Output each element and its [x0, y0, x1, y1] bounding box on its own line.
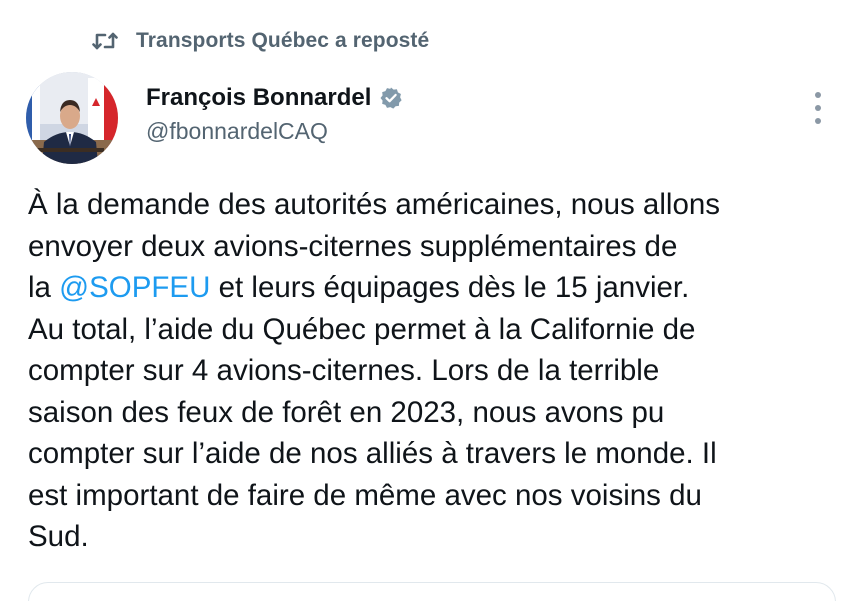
tweet-line: compter sur l’aide de nos alliés à trave…	[28, 437, 717, 470]
author-handle[interactable]: @fbonnardelCAQ	[146, 118, 328, 145]
tweet-text: À la demande des autorités américaines, …	[28, 184, 838, 558]
tweet-line: est important de faire de même avec nos …	[28, 478, 702, 512]
tweet-screen: Transports Québec a reposté François Bon…	[0, 0, 860, 601]
repost-icon	[92, 30, 118, 52]
repost-label: Transports Québec a reposté	[136, 29, 430, 52]
tweet-line: saison des feux de forêt en 2023, nous a…	[28, 395, 665, 429]
tweet-line: Au total, l’aide du Québec permet à la C…	[28, 312, 696, 346]
avatar[interactable]	[26, 72, 118, 164]
tweet-line: envoyer deux avions-citernes supplémenta…	[28, 229, 678, 263]
more-icon-dot	[815, 118, 821, 124]
author-info[interactable]: François Bonnardel	[146, 84, 403, 112]
repost-indicator[interactable]: Transports Québec a reposté	[92, 26, 429, 56]
tweet-text-segment: la	[28, 271, 60, 304]
more-icon-dot	[815, 105, 821, 111]
tweet-line: la @SOPFEU et leurs équipages dès le 15 …	[28, 267, 838, 309]
author-name[interactable]: François Bonnardel	[146, 84, 371, 112]
tweet-text-segment: et leurs équipages dès le 15 janvier.	[210, 271, 690, 304]
tweet-line: Sud.	[28, 520, 89, 553]
more-options-button[interactable]	[806, 90, 830, 126]
tweet-line: À la demande des autorités américaines, …	[28, 188, 721, 221]
more-vertical-icon	[815, 92, 821, 98]
verified-badge-icon	[379, 86, 403, 110]
mention-link[interactable]: @SOPFEU	[59, 271, 210, 304]
tweet-line: compter sur 4 avions-citernes. Lors de l…	[28, 354, 660, 387]
media-card[interactable]	[28, 582, 836, 601]
